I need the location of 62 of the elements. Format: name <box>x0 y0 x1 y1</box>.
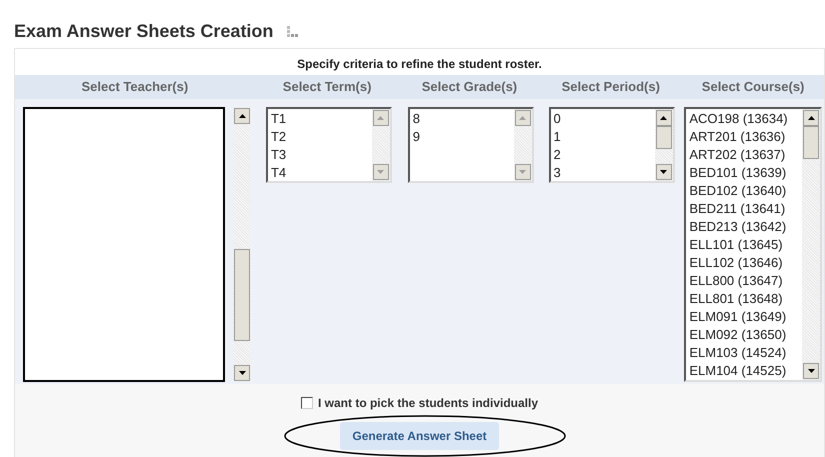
down-arrow-icon <box>519 170 526 174</box>
instructions: Specify criteria to refine the student roster. <box>15 49 824 75</box>
scrollbar[interactable] <box>654 109 673 181</box>
checkbox-label: I want to pick the students individually <box>318 395 538 412</box>
up-arrow-icon <box>660 116 668 120</box>
column-heading: Select Course(s) <box>700 78 806 96</box>
list-option[interactable]: ELL800 (13647) <box>686 272 802 290</box>
list-option[interactable]: 0 <box>550 110 655 128</box>
up-arrow-icon <box>238 114 246 118</box>
list-option[interactable]: ELL801 (13648) <box>686 290 802 308</box>
checkbox[interactable] <box>300 397 313 409</box>
list-option[interactable]: 1 <box>550 128 655 146</box>
up-arrow-icon <box>377 116 384 120</box>
list-option[interactable]: T3 <box>268 146 372 164</box>
list-box[interactable]: 0 1 2 3 <box>548 107 675 183</box>
scroll-down-button[interactable] <box>803 363 820 379</box>
list-option[interactable]: 8 <box>410 110 514 128</box>
list-option[interactable]: ELM103 (14524) <box>686 344 802 362</box>
list-option[interactable]: BED211 (13641) <box>686 200 802 218</box>
up-arrow-icon <box>808 116 815 120</box>
column-heading: Select Grade(s) <box>420 78 518 96</box>
column-heading: Select Period(s) <box>560 78 661 96</box>
page-title: Exam Answer Sheets Creation <box>14 20 274 42</box>
scrollbar[interactable] <box>802 109 820 380</box>
scroll-up-button[interactable] <box>234 108 250 124</box>
list-option[interactable]: ELL102 (13646) <box>686 254 802 272</box>
list-option[interactable]: T1 <box>268 110 372 128</box>
column-heading: Select Term(s) <box>282 78 372 96</box>
list-option[interactable]: 3 <box>550 164 655 182</box>
list-option[interactable]: T2 <box>268 128 372 146</box>
list-box[interactable] <box>684 107 822 382</box>
list-option[interactable]: ART201 (13636) <box>686 128 802 146</box>
list-option[interactable]: T4 <box>268 164 372 182</box>
scroll-up-button[interactable] <box>803 110 820 126</box>
down-arrow-icon <box>660 170 668 174</box>
scroll-thumb[interactable] <box>234 249 250 341</box>
generate-button[interactable]: Generate Answer Sheet <box>340 422 499 450</box>
scroll-up-button[interactable] <box>656 110 672 126</box>
grid-icon[interactable] <box>287 26 298 36</box>
down-arrow-icon <box>238 371 246 375</box>
down-arrow-icon <box>377 170 384 174</box>
list-option[interactable]: BED213 (13642) <box>686 218 802 236</box>
up-arrow-icon <box>519 116 526 120</box>
scroll-down-button[interactable] <box>234 365 250 381</box>
list-option[interactable]: ELM092 (13650) <box>686 326 802 344</box>
list-box[interactable]: 8 9 <box>408 107 534 183</box>
scrollbar[interactable] <box>233 107 252 382</box>
list-option[interactable]: ELL101 (13645) <box>686 236 802 254</box>
scroll-thumb[interactable] <box>803 126 820 160</box>
list-option[interactable]: BED102 (13640) <box>686 182 802 200</box>
scroll-down-button[interactable] <box>656 164 672 180</box>
list-option[interactable]: ART202 (13637) <box>686 146 802 164</box>
list-option[interactable]: 2 <box>550 146 655 164</box>
list-option[interactable]: ACO198 (13634) <box>686 110 802 128</box>
list-option[interactable]: ELM104 (14525) <box>686 362 802 380</box>
down-arrow-icon <box>808 369 815 373</box>
column-heading: Select Teacher(s) <box>80 78 190 96</box>
list-box[interactable]: T1 T2 T3 T4 <box>266 107 392 183</box>
scroll-thumb[interactable] <box>656 126 672 149</box>
list-option[interactable]: ELM091 (13649) <box>686 308 802 326</box>
list-option[interactable]: 9 <box>410 128 514 146</box>
list-option[interactable]: BED101 (13639) <box>686 164 802 182</box>
